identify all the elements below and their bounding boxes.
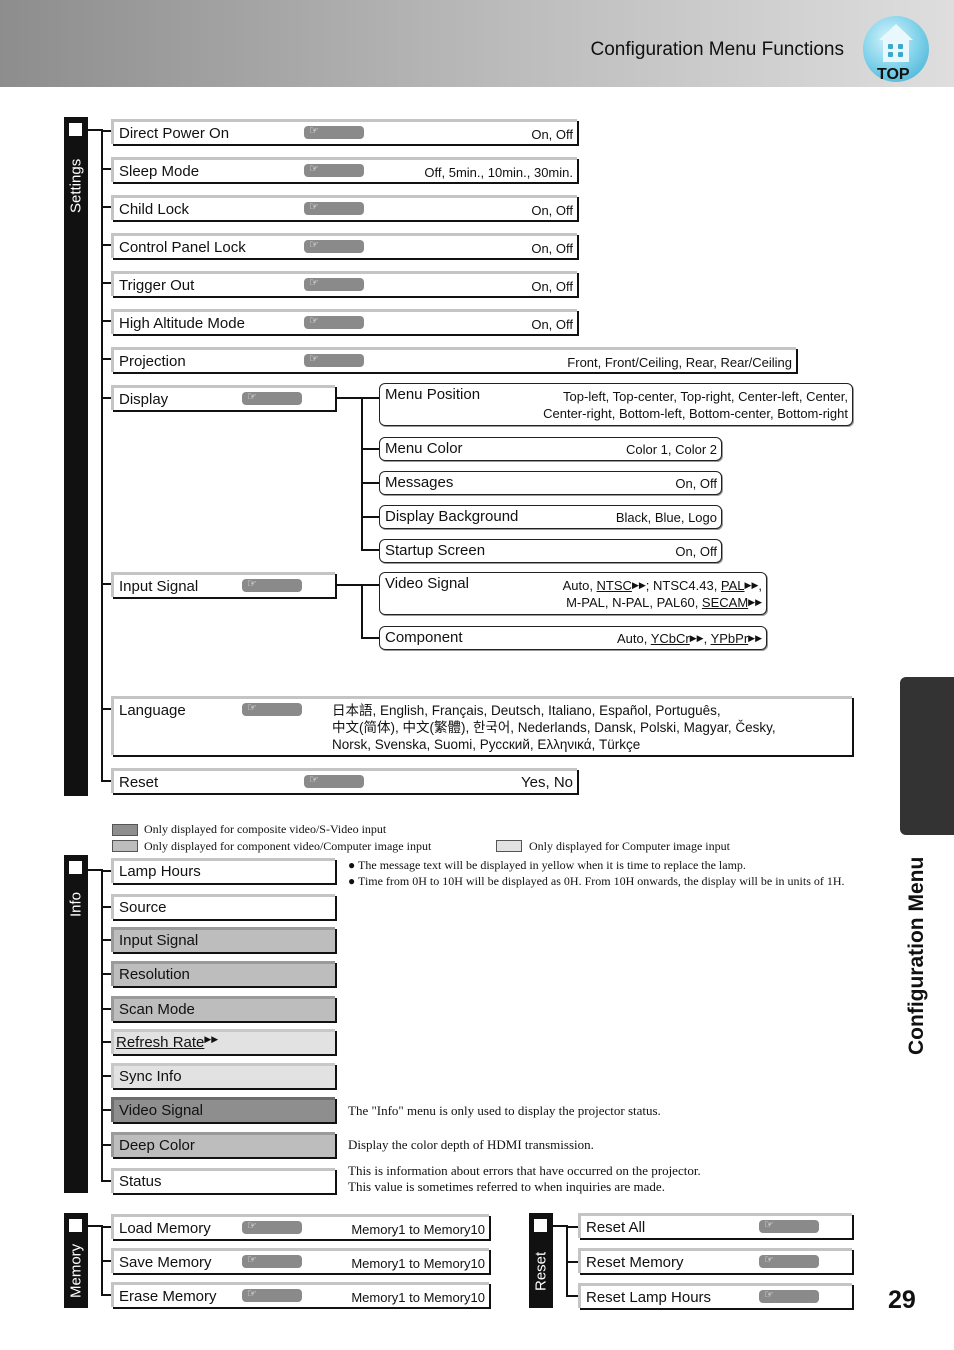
top-button[interactable]: TOP — [863, 16, 929, 83]
reset-tab-label: Reset — [532, 1251, 550, 1291]
menu-item-direct-power-on[interactable]: Direct Power On ☞ On, Off — [111, 119, 577, 144]
menu-item-sleep-mode[interactable]: Sleep Mode ☞ Off, 5min., 10min., 30min. — [111, 157, 577, 182]
top-label: TOP — [877, 66, 910, 83]
info-item-sync-info[interactable]: Sync Info — [111, 1063, 335, 1088]
language-options: 日本語, English, Français, Deutsch, Italian… — [332, 703, 776, 752]
menu-item-child-lock[interactable]: Child Lock ☞ On, Off — [111, 195, 577, 220]
legend-swatch-computer — [496, 840, 522, 852]
submenu-messages[interactable]: Messages On, Off — [379, 471, 722, 495]
ypbpr-link[interactable]: YPbPr — [711, 631, 749, 646]
info-description: The "Info" menu is only used to display … — [348, 1103, 661, 1118]
reset-tab: Reset — [529, 1213, 553, 1308]
hand-pointer-icon: ☞ — [242, 702, 302, 716]
menu-item-language[interactable]: Language ☞ 日本語, English, Français, Deuts… — [111, 696, 852, 755]
hand-pointer-icon: ☞ — [304, 201, 364, 215]
reset-square-icon — [534, 1219, 547, 1232]
menu-item-projection[interactable]: Projection ☞ Front, Front/Ceiling, Rear,… — [111, 347, 796, 372]
submenu-component[interactable]: Component Auto, YCbCr▶▶, YPbPr▶▶ — [379, 626, 767, 650]
hand-pointer-icon: ☞ — [242, 1220, 302, 1234]
hand-pointer-icon: ☞ — [304, 125, 364, 139]
menu-item-high-altitude-mode[interactable]: High Altitude Mode ☞ On, Off — [111, 309, 577, 334]
menu-item-control-panel-lock[interactable]: Control Panel Lock ☞ On, Off — [111, 233, 577, 258]
hand-pointer-icon: ☞ — [242, 578, 302, 592]
secam-link[interactable]: SECAM — [702, 595, 748, 610]
pal-link[interactable]: PAL — [721, 578, 745, 593]
menu-item-input-signal[interactable]: Input Signal ☞ — [111, 572, 335, 597]
settings-tab-label: Settings — [67, 158, 85, 214]
reset-item-reset-memory[interactable]: Reset Memory ☞ — [578, 1248, 852, 1273]
submenu-video-signal[interactable]: Video Signal Auto, NTSC▶▶; NTSC4.43, PAL… — [379, 572, 767, 615]
hand-pointer-icon: ☞ — [759, 1289, 819, 1303]
hand-pointer-icon: ☞ — [242, 1288, 302, 1302]
legend-composite: Only displayed for composite video/S-Vid… — [144, 822, 387, 836]
hand-pointer-icon: ☞ — [304, 353, 364, 367]
lamp-note-1: ● The message text will be displayed in … — [348, 858, 746, 872]
link-arrow-icon: ▶▶ — [204, 1034, 219, 1044]
link-arrow-icon: ▶▶ — [748, 633, 762, 643]
link-arrow-icon: ▶▶ — [631, 580, 646, 590]
memory-square-icon — [69, 1219, 82, 1232]
info-item-resolution[interactable]: Resolution — [111, 961, 335, 986]
submenu-menu-position[interactable]: Menu Position Top-left, Top-center, Top-… — [379, 383, 853, 426]
page-title: Configuration Menu Functions — [590, 39, 844, 60]
info-tab: Info — [64, 855, 88, 1193]
info-item-lamp-hours[interactable]: Lamp Hours — [111, 858, 335, 883]
hand-pointer-icon: ☞ — [242, 391, 302, 405]
hand-pointer-icon: ☞ — [304, 277, 364, 291]
house-body-icon — [883, 40, 909, 62]
hand-pointer-icon: ☞ — [304, 315, 364, 329]
settings-square-icon — [69, 123, 82, 136]
ntsc-link[interactable]: NTSC — [597, 578, 632, 593]
status-description: This is information about errors that ha… — [348, 1163, 701, 1194]
hand-pointer-icon: ☞ — [304, 774, 364, 788]
lamp-note-2: ● Time from 0H to 10H will be displayed … — [348, 874, 845, 888]
house-icon — [879, 24, 913, 40]
page-header: Configuration Menu Functions — [0, 0, 954, 87]
ycbcr-link[interactable]: YCbCr — [651, 631, 690, 646]
link-arrow-icon: ▶▶ — [748, 597, 762, 607]
legend-swatch-component — [112, 840, 138, 852]
link-arrow-icon: ▶▶ — [744, 580, 759, 590]
memory-item-save[interactable]: Save Memory ☞ Memory1 to Memory10 — [111, 1248, 489, 1273]
memory-tab: Memory — [64, 1213, 88, 1308]
info-item-video-signal[interactable]: Video Signal — [111, 1097, 335, 1122]
memory-tab-label: Memory — [67, 1243, 85, 1299]
info-item-input-signal[interactable]: Input Signal — [111, 927, 335, 952]
hand-pointer-icon: ☞ — [304, 239, 364, 253]
info-tab-label: Info — [67, 891, 85, 917]
menu-item-reset[interactable]: Reset ☞ Yes, No — [111, 768, 577, 793]
info-item-refresh-rate[interactable]: Refresh Rate▶▶ — [111, 1029, 335, 1054]
chapter-tab[interactable] — [900, 677, 954, 835]
link-arrow-icon: ▶▶ — [689, 633, 704, 643]
legend-computer: Only displayed for Computer image input — [529, 839, 730, 853]
reset-item-reset-lamp-hours[interactable]: Reset Lamp Hours ☞ — [578, 1283, 852, 1308]
hand-pointer-icon: ☞ — [759, 1254, 819, 1268]
deep-color-description: Display the color depth of HDMI transmis… — [348, 1137, 594, 1152]
hand-pointer-icon: ☞ — [304, 163, 364, 177]
submenu-menu-color[interactable]: Menu Color Color 1, Color 2 — [379, 437, 722, 461]
legend-component: Only displayed for component video/Compu… — [144, 839, 432, 853]
chapter-label: Configuration Menu — [905, 856, 928, 1055]
info-item-status[interactable]: Status — [111, 1168, 335, 1193]
info-square-icon — [69, 861, 82, 874]
legend-swatch-composite — [112, 824, 138, 836]
memory-item-erase[interactable]: Erase Memory ☞ Memory1 to Memory10 — [111, 1282, 489, 1307]
page-number: 29 — [888, 1286, 916, 1314]
hand-pointer-icon: ☞ — [759, 1219, 819, 1233]
info-item-deep-color[interactable]: Deep Color — [111, 1132, 335, 1157]
menu-item-display[interactable]: Display ☞ — [111, 385, 335, 410]
info-item-scan-mode[interactable]: Scan Mode — [111, 996, 335, 1021]
hand-pointer-icon: ☞ — [242, 1254, 302, 1268]
info-item-source[interactable]: Source — [111, 894, 335, 919]
submenu-startup-screen[interactable]: Startup Screen On, Off — [379, 539, 722, 563]
memory-item-load[interactable]: Load Memory ☞ Memory1 to Memory10 — [111, 1214, 489, 1239]
reset-item-reset-all[interactable]: Reset All ☞ — [578, 1213, 852, 1238]
submenu-display-background[interactable]: Display Background Black, Blue, Logo — [379, 505, 722, 529]
menu-item-trigger-out[interactable]: Trigger Out ☞ On, Off — [111, 271, 577, 296]
settings-tab: Settings — [64, 117, 88, 796]
